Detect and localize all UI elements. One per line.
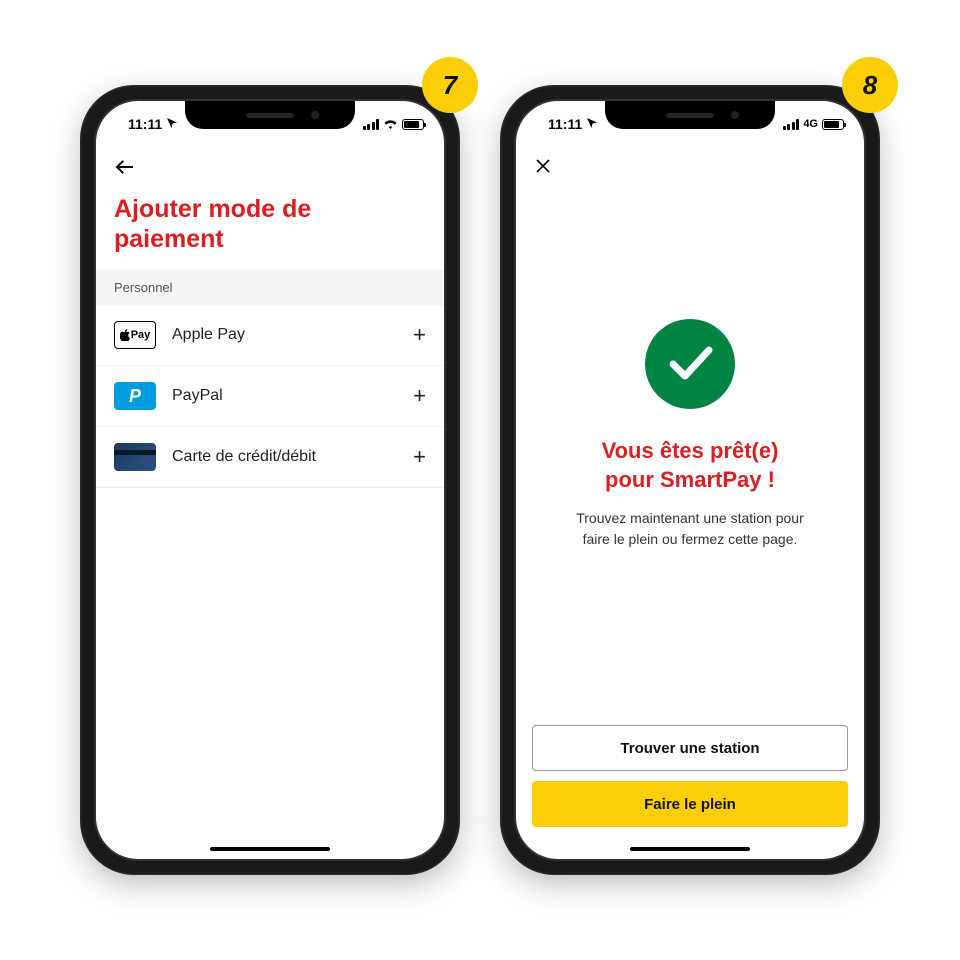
- signal-icon: [363, 119, 380, 130]
- payment-label: Carte de crédit/débit: [172, 448, 397, 466]
- step-badge-7: 7: [422, 57, 478, 113]
- phone-step-7: 7 11:11: [80, 85, 460, 875]
- payment-label: PayPal: [172, 387, 397, 405]
- phone-notch: [185, 101, 355, 129]
- status-time: 11:11: [548, 116, 582, 132]
- payment-label: Apple Pay: [172, 326, 397, 344]
- location-icon: [586, 116, 598, 132]
- find-station-button[interactable]: Trouver une station: [532, 725, 848, 771]
- phone-frame: 11:11 4G: [500, 85, 880, 875]
- plus-icon: +: [413, 444, 426, 470]
- status-time: 11:11: [128, 116, 162, 132]
- phone-step-8: 8 11:11 4G: [500, 85, 880, 875]
- plus-icon: +: [413, 383, 426, 409]
- signal-icon: [783, 119, 800, 130]
- location-icon: [166, 116, 178, 132]
- success-subtext: Trouvez maintenant une station pour fair…: [576, 508, 804, 550]
- phone-frame: 11:11: [80, 85, 460, 875]
- battery-icon: [822, 119, 844, 130]
- fill-up-button[interactable]: Faire le plein: [532, 781, 848, 827]
- home-indicator[interactable]: [210, 847, 330, 851]
- phone-notch: [605, 101, 775, 129]
- success-heading: Vous êtes prêt(e) pour SmartPay !: [602, 437, 779, 494]
- page-title: Ajouter mode de paiement: [96, 184, 444, 270]
- step-badge-8: 8: [842, 57, 898, 113]
- apple-pay-icon: Pay: [114, 321, 156, 349]
- network-label: 4G: [803, 118, 818, 130]
- payment-method-paypal[interactable]: P PayPal +: [96, 366, 444, 427]
- payment-method-card[interactable]: Carte de crédit/débit +: [96, 427, 444, 488]
- back-button[interactable]: [114, 157, 142, 179]
- paypal-icon: P: [114, 382, 156, 410]
- credit-card-icon: [114, 443, 156, 471]
- plus-icon: +: [413, 322, 426, 348]
- success-check-icon: [645, 319, 735, 409]
- battery-icon: [402, 119, 424, 130]
- section-header-personnel: Personnel: [96, 270, 444, 305]
- home-indicator[interactable]: [630, 847, 750, 851]
- wifi-icon: [383, 116, 398, 132]
- payment-method-apple-pay[interactable]: Pay Apple Pay +: [96, 305, 444, 366]
